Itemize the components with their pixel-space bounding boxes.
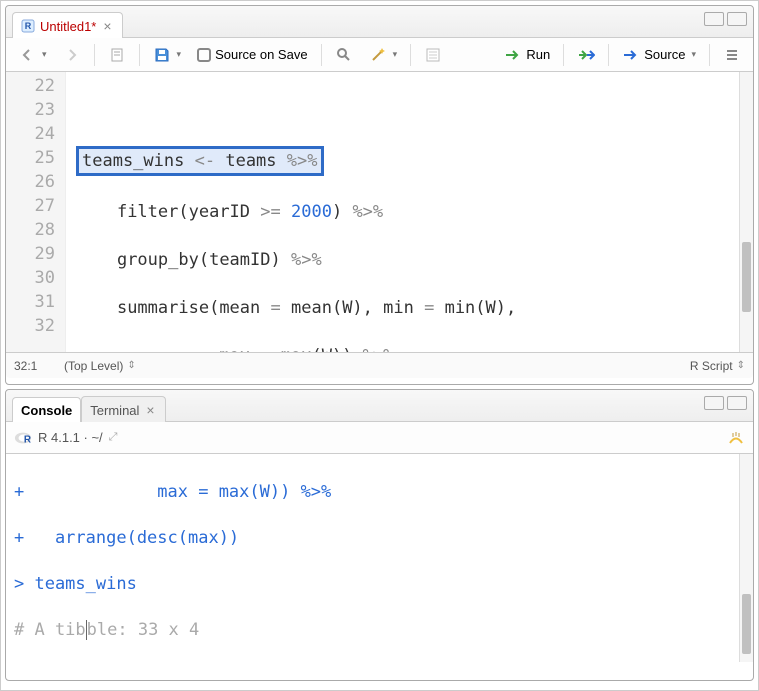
updown-icon: ⇕	[127, 360, 135, 371]
console-toolbar: R R 4.1.1 · ~/ ⤢	[6, 422, 753, 454]
r-file-icon: R	[21, 19, 35, 33]
code-editor[interactable]: 2223242526272829303132 teams_wins <- tea…	[6, 72, 753, 352]
source-button[interactable]: Source▾	[616, 43, 702, 67]
outline-button[interactable]	[717, 43, 747, 67]
code-line[interactable]: filter(yearID >= 2000) %>%	[76, 200, 753, 224]
svg-text:R: R	[25, 21, 32, 31]
compile-report-button[interactable]	[418, 43, 448, 67]
code-line-highlighted[interactable]: teams_wins <- teams %>%	[76, 146, 753, 176]
run-arrow-icon	[504, 46, 522, 64]
line-number-gutter: 2223242526272829303132	[6, 72, 66, 352]
source-tab-bar: R Untitled1* ×	[6, 6, 753, 38]
chevron-down-icon: ▾	[393, 49, 398, 60]
run-button[interactable]: Run	[498, 43, 556, 67]
updown-icon: ⇕	[737, 360, 745, 371]
save-button[interactable]: ▾	[147, 43, 188, 67]
editor-scrollbar[interactable]	[739, 72, 753, 352]
chevron-down-icon: ▾	[42, 49, 47, 60]
save-icon	[153, 46, 171, 64]
tab-label: Untitled1*	[40, 19, 96, 34]
svg-text:R: R	[24, 434, 31, 445]
pane-window-controls	[704, 396, 747, 410]
console-tab[interactable]: Console	[12, 397, 81, 422]
source-tab[interactable]: R Untitled1* ×	[12, 12, 123, 38]
checkbox-icon	[197, 48, 211, 62]
scope-selector[interactable]: (Top Level)⇕	[64, 359, 690, 373]
console-scrollbar[interactable]	[739, 454, 753, 662]
rerun-button[interactable]	[571, 43, 601, 67]
back-button[interactable]: ▾	[12, 43, 53, 67]
code-line[interactable]: group_by(teamID) %>%	[76, 248, 753, 272]
chevron-down-icon: ▾	[691, 49, 696, 60]
console-wd: R 4.1.1 · ~/	[38, 430, 103, 445]
console-output[interactable]: + max = max(W)) %>% + arrange(desc(max))…	[6, 454, 753, 662]
source-toolbar: ▾ ▾ Source on Save ▾ Run Source▾	[6, 38, 753, 72]
outline-icon	[723, 46, 741, 64]
console-wd-popup-icon[interactable]: ⤢	[109, 431, 118, 444]
close-tab-icon[interactable]: ×	[144, 402, 156, 418]
rerun-icon	[577, 46, 595, 64]
source-arrow-icon	[622, 46, 640, 64]
console-pane: Console Terminal× R R 4.1.1 · ~/ ⤢ + max…	[5, 389, 754, 681]
chevron-down-icon: ▾	[177, 49, 182, 60]
maximize-pane-button[interactable]	[727, 396, 747, 410]
close-tab-icon[interactable]: ×	[101, 18, 113, 34]
language-selector[interactable]: R Script⇕	[690, 359, 745, 373]
notebook-icon	[424, 46, 442, 64]
arrow-right-icon	[63, 46, 81, 64]
document-icon	[108, 46, 126, 64]
r-logo-icon: R	[14, 429, 32, 447]
minimize-pane-button[interactable]	[704, 396, 724, 410]
console-line: # A tibble: 33 x 4	[14, 619, 745, 642]
minimize-pane-button[interactable]	[704, 12, 724, 26]
console-line: + arrange(desc(max))	[14, 527, 745, 550]
source-on-save-toggle[interactable]: Source on Save	[191, 44, 314, 65]
search-icon	[335, 46, 353, 64]
code-line[interactable]: summarise(mean = mean(W), min = min(W),	[76, 296, 753, 320]
show-document-button[interactable]	[102, 43, 132, 67]
console-line: + max = max(W)) %>%	[14, 481, 745, 504]
maximize-pane-button[interactable]	[727, 12, 747, 26]
wand-icon	[369, 46, 387, 64]
terminal-tab[interactable]: Terminal×	[81, 396, 165, 422]
scrollbar-thumb[interactable]	[742, 242, 751, 312]
code-line[interactable]	[76, 98, 753, 122]
pane-window-controls	[704, 12, 747, 26]
clear-console-icon[interactable]	[727, 429, 745, 447]
cursor-position: 32:1	[14, 359, 64, 373]
code-content[interactable]: teams_wins <- teams %>% filter(yearID >=…	[66, 72, 753, 352]
code-line[interactable]: max = max(W)) %>%	[76, 344, 753, 352]
console-line: > teams_wins	[14, 573, 745, 596]
code-tools-button[interactable]: ▾	[363, 43, 404, 67]
forward-button[interactable]	[57, 43, 87, 67]
source-pane: R Untitled1* × ▾ ▾ Source on Save ▾ Run …	[5, 5, 754, 385]
console-tab-bar: Console Terminal×	[6, 390, 753, 422]
find-button[interactable]	[329, 43, 359, 67]
scrollbar-thumb[interactable]	[742, 594, 751, 654]
arrow-left-icon	[18, 46, 36, 64]
source-status-bar: 32:1 (Top Level)⇕ R Script⇕	[6, 352, 753, 378]
